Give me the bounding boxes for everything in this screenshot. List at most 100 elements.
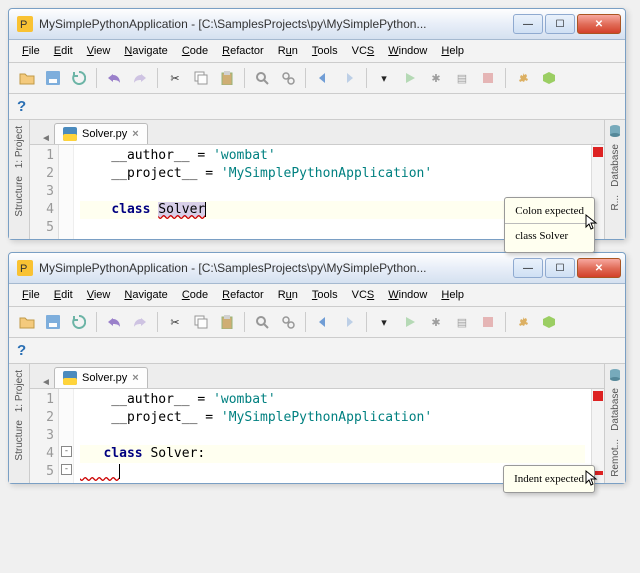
menu-refactor[interactable]: Refactor [215,42,271,60]
run-config-icon[interactable]: ▾ [372,310,396,334]
maximize-button[interactable]: ☐ [545,14,575,34]
left-sidebar[interactable]: 1: Project Structure [9,364,30,483]
tab-close-icon[interactable]: × [132,128,138,140]
menu-refactor[interactable]: Refactor [215,286,271,304]
undo-icon[interactable] [102,66,126,90]
tool-structure[interactable]: Structure [14,174,25,219]
help-row[interactable]: ? [9,94,625,120]
stop-icon[interactable] [476,66,500,90]
tool-database[interactable]: Database [610,386,621,433]
error-marker[interactable] [593,391,603,401]
menu-tools[interactable]: Tools [305,286,345,304]
undo-icon[interactable] [102,310,126,334]
stop-icon[interactable] [476,310,500,334]
menu-run[interactable]: Run [271,42,305,60]
save-icon[interactable] [41,310,65,334]
fold-end-icon[interactable]: - [61,464,72,475]
copy-icon[interactable] [189,66,213,90]
back-icon[interactable] [311,310,335,334]
right-sidebar[interactable]: Database R... [604,120,625,239]
right-sidebar[interactable]: Database Remot... [604,364,625,483]
code-lines[interactable]: __author__ = 'wombat' __project__ = 'MyS… [74,145,591,239]
find-icon[interactable] [250,310,274,334]
open-icon[interactable] [15,310,39,334]
menu-run[interactable]: Run [271,286,305,304]
minimize-button[interactable]: — [513,258,543,278]
replace-icon[interactable] [276,310,300,334]
help-row[interactable]: ? [9,338,625,364]
menu-view[interactable]: View [80,42,118,60]
run-config-icon[interactable]: ▾ [372,66,396,90]
menu-tools[interactable]: Tools [305,42,345,60]
titlebar[interactable]: P MySimplePythonApplication - [C:\Sample… [9,253,625,284]
coverage-icon[interactable]: ▤ [450,66,474,90]
error-marker[interactable] [593,147,603,157]
redo-icon[interactable] [128,310,152,334]
run-icon[interactable] [398,310,422,334]
find-icon[interactable] [250,66,274,90]
code-lines[interactable]: __author__ = 'wombat' __project__ = 'MyS… [74,389,591,483]
window-title: MySimplePythonApplication - [C:\SamplesP… [39,17,513,31]
tab-close-icon[interactable]: × [132,372,138,384]
tool-project[interactable]: 1: Project [14,368,25,414]
paste-icon[interactable] [215,310,239,334]
refresh-icon[interactable] [67,310,91,334]
tab-scroll-left-icon[interactable]: ◄ [38,133,54,144]
code-editor[interactable]: 12345 __author__ = 'wombat' __project__ … [30,145,604,239]
tool-structure[interactable]: Structure [14,418,25,463]
tab-scroll-left-icon[interactable]: ◄ [38,377,54,388]
fold-toggle-icon[interactable]: - [61,446,72,457]
back-icon[interactable] [311,66,335,90]
menu-navigate[interactable]: Navigate [117,42,174,60]
menu-code[interactable]: Code [175,42,215,60]
menu-help[interactable]: Help [434,42,471,60]
paste-icon[interactable] [215,66,239,90]
menu-navigate[interactable]: Navigate [117,286,174,304]
tool-database[interactable]: Database [610,142,621,189]
minimize-button[interactable]: — [513,14,543,34]
database-icon[interactable] [608,368,622,382]
cut-icon[interactable]: ✂ [163,310,187,334]
replace-icon[interactable] [276,66,300,90]
redo-icon[interactable] [128,66,152,90]
menu-file[interactable]: File [15,286,47,304]
menu-file[interactable]: File [15,42,47,60]
close-button[interactable]: ✕ [577,14,621,34]
titlebar[interactable]: P MySimplePythonApplication - [C:\Sample… [9,9,625,40]
coverage-icon[interactable]: ▤ [450,310,474,334]
forward-icon[interactable] [337,66,361,90]
menu-window[interactable]: Window [381,286,434,304]
run-icon[interactable] [398,66,422,90]
menu-help[interactable]: Help [434,286,471,304]
tool-remote[interactable]: Remot... [610,437,621,479]
file-tab[interactable]: Solver.py × [54,123,148,144]
save-icon[interactable] [41,66,65,90]
nodejs-icon[interactable] [537,310,561,334]
debug-icon[interactable]: ✱ [424,310,448,334]
settings-icon[interactable] [511,310,535,334]
menu-view[interactable]: View [80,286,118,304]
fold-column[interactable]: - - [59,389,74,483]
menu-vcs[interactable]: VCS [345,42,382,60]
cut-icon[interactable]: ✂ [163,66,187,90]
menu-edit[interactable]: Edit [47,42,80,60]
menu-edit[interactable]: Edit [47,286,80,304]
menu-window[interactable]: Window [381,42,434,60]
close-button[interactable]: ✕ [577,258,621,278]
settings-icon[interactable] [511,66,535,90]
tool-project[interactable]: 1: Project [14,124,25,170]
menu-code[interactable]: Code [175,286,215,304]
left-sidebar[interactable]: 1: Project Structure [9,120,30,239]
refresh-icon[interactable] [67,66,91,90]
copy-icon[interactable] [189,310,213,334]
menu-vcs[interactable]: VCS [345,286,382,304]
open-icon[interactable] [15,66,39,90]
forward-icon[interactable] [337,310,361,334]
database-icon[interactable] [608,124,622,138]
debug-icon[interactable]: ✱ [424,66,448,90]
nodejs-icon[interactable] [537,66,561,90]
tool-remote[interactable]: R... [610,193,621,213]
file-tab[interactable]: Solver.py × [54,367,148,388]
maximize-button[interactable]: ☐ [545,258,575,278]
code-editor[interactable]: 12345 - - __author__ = 'wombat' __projec… [30,389,604,483]
